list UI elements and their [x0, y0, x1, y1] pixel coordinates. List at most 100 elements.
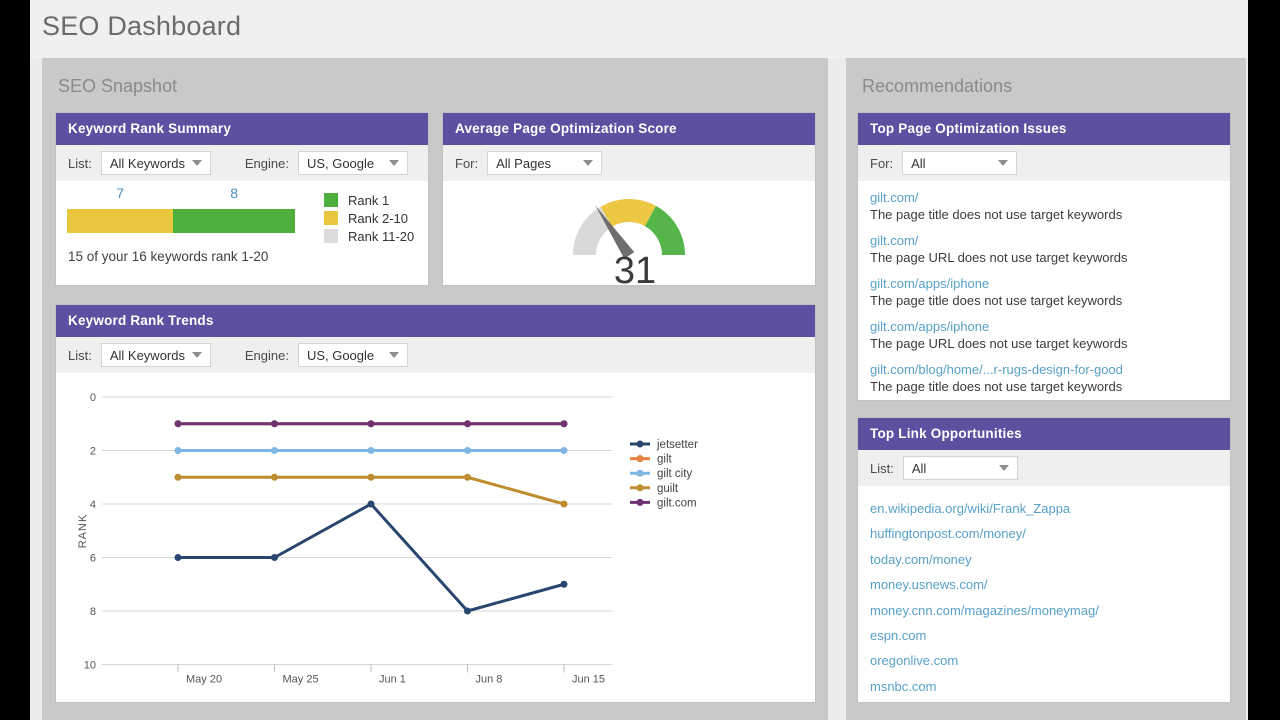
keyword-rank-summary-panel: Keyword Rank Summary List: All Keywords …	[56, 113, 428, 285]
y-tick-label: 2	[90, 446, 96, 458]
link-opportunities-header: Top Link Opportunities	[858, 418, 1230, 450]
rank-stacked-bar	[67, 209, 295, 233]
top-bar: SEO Dashboard	[30, 0, 1248, 58]
seo-snapshot-title: SEO Snapshot	[58, 76, 177, 97]
data-point	[561, 501, 568, 508]
recommendations-title: Recommendations	[862, 76, 1012, 97]
data-point	[175, 447, 182, 454]
trends-engine-filter: Engine: US, Google	[245, 343, 408, 367]
link-opportunity-link[interactable]: today.com/money	[870, 547, 1222, 572]
page-title: SEO Dashboard	[42, 11, 241, 42]
links-list-filter: List: All	[870, 456, 1018, 480]
link-opportunity-link[interactable]: oregonlive.com	[870, 648, 1222, 673]
for-pages-dropdown-value: All Pages	[496, 156, 551, 171]
chevron-down-icon	[389, 352, 399, 358]
recommendations-section: Recommendations Top Page Optimization Is…	[846, 58, 1246, 720]
legend-series-label: gilt.com	[657, 497, 697, 509]
issue-description: The page title does not use target keywo…	[870, 293, 1222, 309]
issues-for-filter: For: All	[870, 151, 1017, 175]
links-list-dropdown-value: All	[912, 461, 926, 476]
legend-label: Rank 11-20	[348, 229, 414, 244]
rank-trends-chart: 0246810May 20May 25Jun 1Jun 8Jun 15RANKj…	[56, 373, 815, 702]
score-gauge: 31	[529, 197, 729, 285]
rank-trends-filter-bar: List: All Keywords Engine: US, Google	[56, 337, 815, 373]
chevron-down-icon	[192, 352, 202, 358]
issue-url-link[interactable]: gilt.com/blog/home/...r-rugs-design-for-…	[870, 362, 1123, 378]
link-opportunity-link[interactable]: msnbc.com	[870, 674, 1222, 699]
legend-row: Rank 11-20	[324, 227, 414, 245]
trends-list-dropdown[interactable]: All Keywords	[101, 343, 211, 367]
keyword-rank-trends-header: Keyword Rank Trends	[56, 305, 815, 337]
list-dropdown[interactable]: All Keywords	[101, 151, 211, 175]
link-opportunity-link[interactable]: espn.com	[870, 623, 1222, 648]
legend-swatch	[324, 211, 338, 225]
data-point	[271, 447, 278, 454]
chevron-down-icon	[192, 160, 202, 166]
trends-list-filter-label: List:	[68, 348, 92, 363]
engine-dropdown-value: US, Google	[307, 156, 374, 171]
data-point	[368, 474, 375, 481]
list-filter: List: All Keywords	[68, 151, 211, 175]
trends-engine-filter-label: Engine:	[245, 348, 289, 363]
y-tick-label: 10	[84, 660, 96, 672]
data-point	[175, 554, 182, 561]
link-opportunities-list: en.wikipedia.org/wiki/Frank_Zappa huffin…	[870, 496, 1222, 699]
issue-description: The page URL does not use target keyword…	[870, 336, 1222, 352]
page-optimization-issues-panel: Top Page Optimization Issues For: All gi…	[858, 113, 1230, 400]
issues-filter-bar: For: All	[858, 145, 1230, 181]
issues-for-dropdown[interactable]: All	[902, 151, 1017, 175]
trends-engine-dropdown[interactable]: US, Google	[298, 343, 408, 367]
issues-for-dropdown-value: All	[911, 156, 925, 171]
issue-url-link[interactable]: gilt.com/	[870, 233, 918, 249]
links-list-dropdown[interactable]: All	[903, 456, 1018, 480]
for-pages-dropdown[interactable]: All Pages	[487, 151, 602, 175]
data-point	[368, 420, 375, 427]
issue-list-item: gilt.com/blog/home/...r-rugs-design-for-…	[870, 361, 1222, 395]
keyword-rank-trends-panel: Keyword Rank Trends List: All Keywords E…	[56, 305, 815, 702]
legend-label: Rank 1	[348, 193, 389, 208]
link-opportunity-link[interactable]: en.wikipedia.org/wiki/Frank_Zappa	[870, 496, 1222, 521]
y-tick-label: 8	[90, 606, 96, 618]
chevron-down-icon	[999, 465, 1009, 471]
rank-bar-counts: 78	[67, 185, 295, 201]
x-tick-label: May 25	[283, 674, 319, 686]
y-tick-label: 0	[90, 392, 96, 404]
link-opportunity-link[interactable]: money.cnn.com/magazines/moneymag/	[870, 598, 1222, 623]
rank-bar-segment	[67, 209, 173, 233]
series-line-guilt	[178, 477, 564, 504]
rank-bar-count: 7	[67, 185, 173, 201]
rank-legend: Rank 1 Rank 2-10 Rank 11-20	[324, 191, 414, 245]
link-opportunity-link[interactable]: money.usnews.com/	[870, 572, 1222, 597]
legend-series-label: gilt	[657, 454, 673, 466]
data-point	[271, 474, 278, 481]
legend-series-label: gilt city	[657, 468, 692, 480]
engine-dropdown[interactable]: US, Google	[298, 151, 408, 175]
list-filter-label: List:	[68, 156, 92, 171]
legend-row: Rank 2-10	[324, 209, 414, 227]
issues-for-filter-label: For:	[870, 156, 893, 171]
trends-list-filter: List: All Keywords	[68, 343, 211, 367]
data-point	[464, 420, 471, 427]
rank-bar-count: 8	[173, 185, 295, 201]
links-filter-bar: List: All	[858, 450, 1230, 486]
data-point	[368, 501, 375, 508]
rank-bar-segment	[173, 209, 295, 233]
issue-url-link[interactable]: gilt.com/apps/iphone	[870, 276, 989, 292]
link-opportunities-panel: Top Link Opportunities List: All en.wiki…	[858, 418, 1230, 702]
data-point	[561, 447, 568, 454]
x-tick-label: Jun 15	[572, 674, 605, 686]
issue-url-link[interactable]: gilt.com/apps/iphone	[870, 319, 989, 335]
rank-summary-filter-bar: List: All Keywords Engine: US, Google	[56, 145, 428, 181]
issue-list-item: gilt.com/ The page title does not use ta…	[870, 189, 1222, 223]
y-tick-label: 4	[90, 499, 96, 511]
issue-list-item: gilt.com/apps/iphone The page title does…	[870, 275, 1222, 309]
legend-marker-dot	[637, 484, 644, 491]
links-list-filter-label: List:	[870, 461, 894, 476]
link-opportunity-link[interactable]: huffingtonpost.com/money/	[870, 521, 1222, 546]
dashboard-page: SEO Dashboard SEO Snapshot Keyword Rank …	[30, 0, 1248, 720]
legend-label: Rank 2-10	[348, 211, 408, 226]
issue-url-link[interactable]: gilt.com/	[870, 190, 918, 206]
data-point	[175, 420, 182, 427]
data-point	[175, 474, 182, 481]
x-tick-label: Jun 1	[379, 674, 406, 686]
